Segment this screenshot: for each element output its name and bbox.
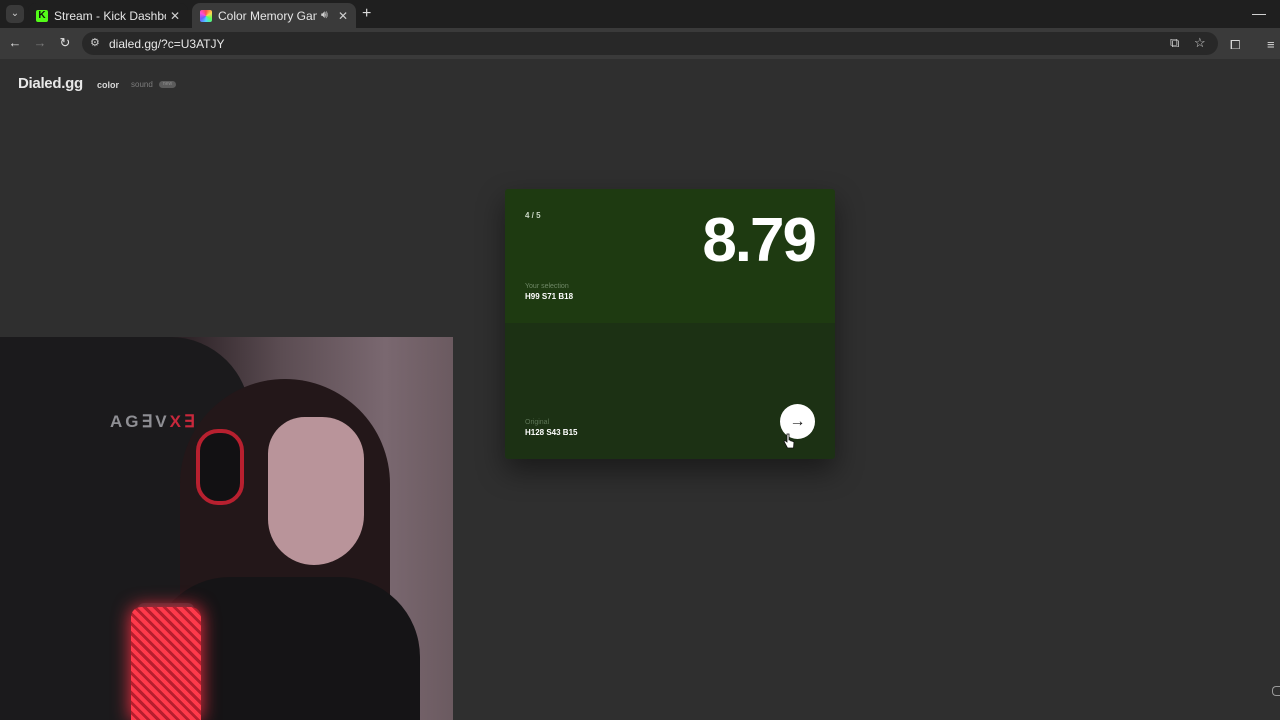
- tab-color-memory-game[interactable]: Color Memory Game — Ho 🔊︎ ✕: [192, 3, 356, 28]
- bookmark-star-icon[interactable]: ☆: [1194, 35, 1206, 51]
- kick-icon: K: [36, 9, 48, 22]
- microphone: [131, 607, 201, 720]
- close-icon[interactable]: ✕: [170, 9, 180, 23]
- nav-sound-link[interactable]: sound: [131, 80, 153, 89]
- arrow-right-icon: →: [789, 413, 806, 430]
- headphone: [196, 429, 244, 505]
- url-text[interactable]: dialed.gg/?c=U3ATJY: [109, 37, 225, 51]
- install-app-icon[interactable]: ⧉: [1170, 35, 1179, 51]
- result-card: 4 / 5 8.79 Your selection H99 S71 B18 Or…: [505, 189, 835, 459]
- selection-value: H99 S71 B18: [525, 292, 574, 301]
- selection-swatch: 4 / 5 8.79 Your selection H99 S71 B18: [505, 189, 835, 323]
- new-badge: new: [159, 81, 176, 88]
- color-wheel-icon: [200, 9, 212, 22]
- site-logo[interactable]: Dialed.gg: [18, 75, 83, 92]
- new-tab-button[interactable]: +: [362, 5, 371, 23]
- browser-toolbar: ← → ↻ ⚙ dialed.gg/?c=U3ATJY ⧉ ☆ ⧠ ≡: [0, 28, 1280, 59]
- site-settings-icon[interactable]: ⚙: [90, 36, 100, 49]
- nav-color-link[interactable]: color: [97, 80, 119, 90]
- webcam-overlay: AG∃VX∃: [0, 337, 453, 720]
- score-value: 8.79: [702, 206, 817, 275]
- tab-kick-dashboard[interactable]: K Stream - Kick Dashboard ✕: [28, 3, 188, 28]
- back-button[interactable]: ←: [6, 34, 24, 52]
- tab-title: Color Memory Game — Ho: [218, 8, 317, 23]
- close-icon[interactable]: ✕: [338, 9, 348, 23]
- selection-label: Your selection: [525, 283, 569, 290]
- address-bar[interactable]: ⚙ dialed.gg/?c=U3ATJY ⧉ ☆: [82, 32, 1218, 55]
- tab-title: Stream - Kick Dashboard: [54, 8, 166, 23]
- tab-search-icon[interactable]: ⌄: [6, 5, 24, 23]
- minimize-button[interactable]: —: [1252, 5, 1266, 21]
- hand-cursor-icon: [783, 433, 795, 449]
- original-label: Original: [525, 419, 550, 426]
- browser-tab-strip: ⌄ K Stream - Kick Dashboard ✕ Color Memo…: [0, 0, 1280, 28]
- original-value: H128 S43 B15: [525, 428, 578, 437]
- speaker-icon[interactable]: 🔊︎: [321, 9, 328, 22]
- streamer-face: [268, 417, 364, 565]
- reading-list-icon[interactable]: ≡: [1267, 37, 1275, 52]
- extensions-icon[interactable]: ⧠: [1230, 37, 1240, 53]
- round-progress: 4 / 5: [525, 211, 541, 220]
- chair-logo: AG∃VX∃: [110, 412, 198, 431]
- forward-button[interactable]: →: [31, 34, 49, 52]
- chat-icon[interactable]: [1272, 686, 1280, 696]
- reload-button[interactable]: ↻: [56, 34, 74, 52]
